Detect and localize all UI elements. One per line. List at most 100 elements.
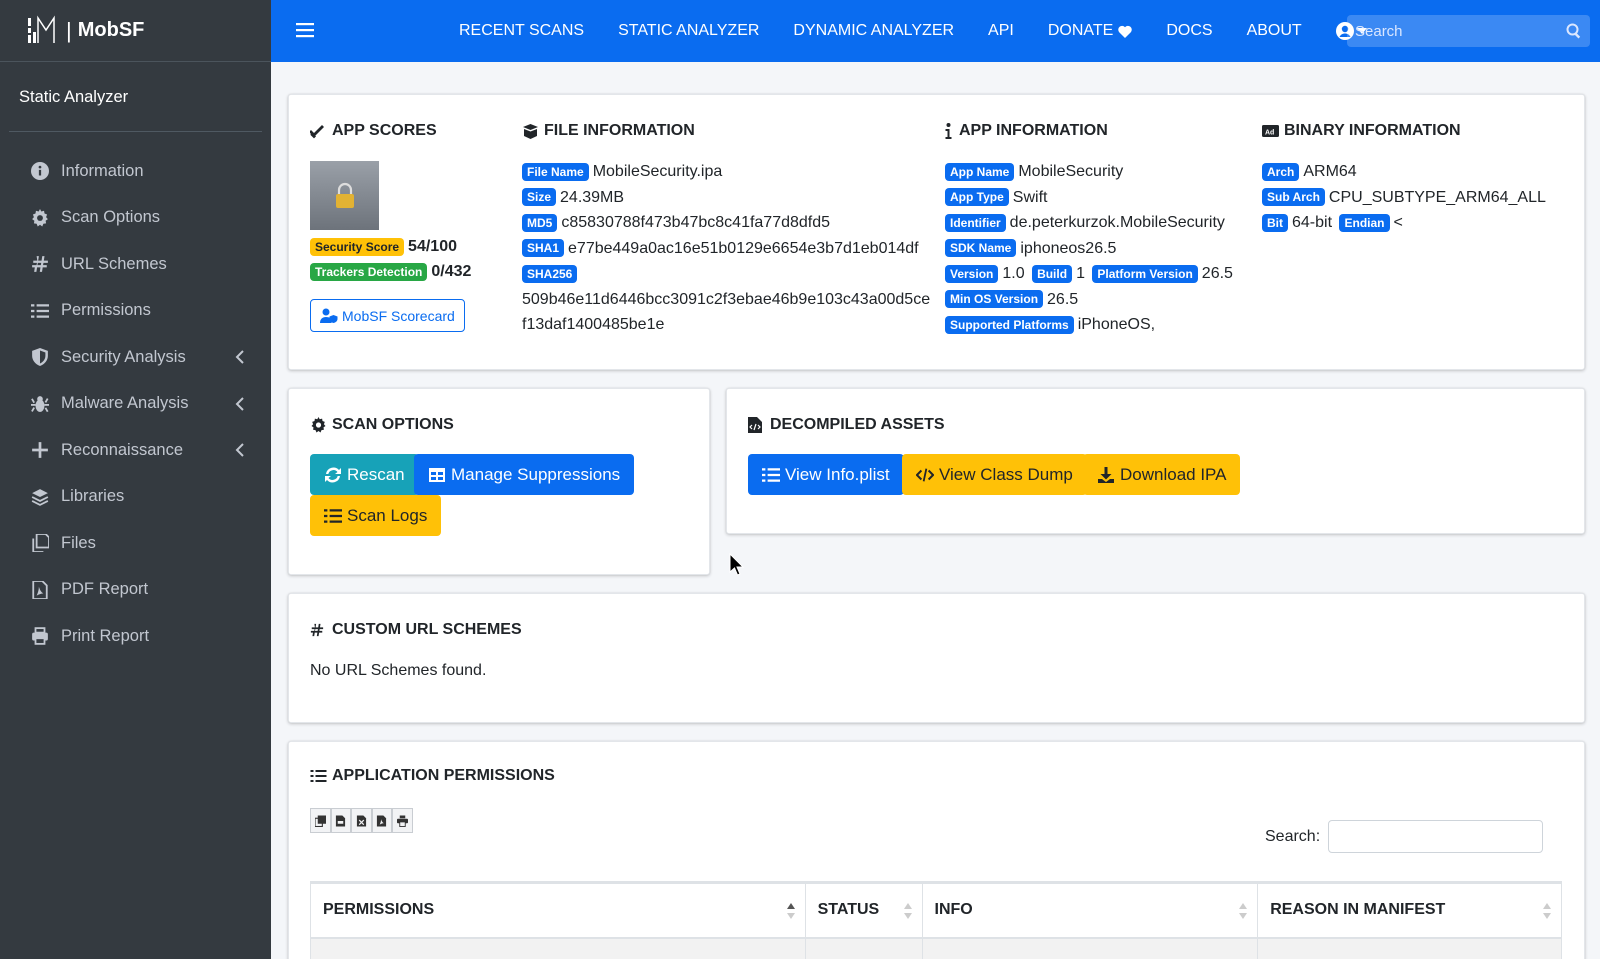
col-status[interactable]: STATUS <box>804 881 923 939</box>
export-buttons <box>310 808 413 833</box>
sidebar-item-url-schemes[interactable]: URL Schemes <box>0 241 271 288</box>
binary-info-title: Ad BINARY INFORMATION <box>1262 122 1461 140</box>
check-double-icon <box>310 123 328 139</box>
file-info-list: File Name MobileSecurity.ipa Size 24.39MB … <box>522 159 930 338</box>
nav-about[interactable]: ABOUT <box>1247 22 1302 40</box>
decompiled-assets-card: DECOMPILED ASSETS View Info.plist View C… <box>726 388 1585 534</box>
box-open-icon <box>522 123 540 139</box>
sort-icon <box>903 902 912 920</box>
min-os-row: Min OS Version 26.5 <box>945 287 1233 313</box>
table-cell <box>804 937 923 959</box>
app-info-title-text: APP INFORMATION <box>959 122 1108 139</box>
sidebar-item-reconnaissance[interactable]: Reconnaissance <box>0 427 271 474</box>
md5-badge: MD5 <box>522 213 558 232</box>
sort-asc-icon <box>786 902 795 920</box>
sub-arch-row: Sub Arch CPU_SUBTYPE_ARM64_ALL <box>1262 185 1546 211</box>
sidebar-item-label: Scan Options <box>61 208 161 227</box>
col-permissions[interactable]: PERMISSIONS <box>310 881 806 939</box>
download-ipa-label: Download IPA <box>1120 464 1227 484</box>
download-icon <box>1097 466 1115 484</box>
nav-recent-scans[interactable]: RECENT SCANS <box>459 22 584 40</box>
print-export-icon[interactable] <box>392 808 413 833</box>
view-info-plist-button[interactable]: View Info.plist <box>748 454 904 495</box>
url-schemes-empty: No URL Schemes found. <box>310 662 487 679</box>
manage-suppressions-button[interactable]: Manage Suppressions <box>414 454 635 495</box>
file-pdf-icon <box>30 580 50 600</box>
top-search-input[interactable] <box>1347 22 1557 40</box>
scan-logs-button[interactable]: Scan Logs <box>310 495 442 536</box>
nav-static-analyzer[interactable]: STATIC ANALYZER <box>618 22 759 40</box>
permissions-search-input[interactable] <box>1328 820 1544 853</box>
md5-value: c85830788f473b47bc8c41fa77d8dfd5 <box>561 214 831 231</box>
trackers-badge: Trackers Detection <box>310 262 428 281</box>
nav-api[interactable]: API <box>988 22 1014 40</box>
app-name-badge: App Name <box>945 162 1015 181</box>
table-cell <box>1257 937 1562 959</box>
col-info[interactable]: INFO <box>921 881 1259 939</box>
search-icon[interactable] <box>1566 23 1582 39</box>
sidebar-item-label: Reconnaissance <box>61 440 183 459</box>
file-info-title: FILE INFORMATION <box>522 122 695 140</box>
permissions-title: APPLICATION PERMISSIONS <box>310 767 555 785</box>
sidebar-item-security-analysis[interactable]: Security Analysis <box>0 334 271 381</box>
rescan-button[interactable]: Rescan <box>310 454 419 495</box>
heart-icon <box>1118 25 1133 38</box>
nav-docs[interactable]: DOCS <box>1166 22 1212 40</box>
copy-icon <box>30 533 50 553</box>
sidebar-item-label: PDF Report <box>61 580 149 599</box>
nav-dynamic-analyzer[interactable]: DYNAMIC ANALYZER <box>793 22 954 40</box>
table-cell <box>921 937 1259 959</box>
gear-icon <box>30 208 50 228</box>
trackers-value: 0/432 <box>431 263 472 280</box>
bit-value: 64-bit <box>1292 214 1333 231</box>
size-row: Size 24.39MB <box>522 185 930 211</box>
nav-donate[interactable]: DONATE <box>1048 22 1133 40</box>
copy-export-icon[interactable] <box>310 808 331 833</box>
svg-text:Ad: Ad <box>1265 130 1274 137</box>
sidebar-item-scan-options[interactable]: Scan Options <box>0 195 271 242</box>
app-info-list: App Name MobileSecurity App Type Swift Ide… <box>945 159 1233 338</box>
sidebar-item-malware-analysis[interactable]: Malware Analysis <box>0 381 271 428</box>
sidebar-item-libraries[interactable]: Libraries <box>0 474 271 521</box>
list-icon <box>30 301 50 321</box>
list-icon <box>762 466 780 484</box>
sidebar-item-permissions[interactable]: Permissions <box>0 288 271 335</box>
app-scores-title-text: APP SCORES <box>332 122 437 139</box>
file-info-title-text: FILE INFORMATION <box>544 122 695 139</box>
sidebar-item-pdf-report[interactable]: PDF Report <box>0 567 271 614</box>
min-os-value: 26.5 <box>1047 290 1079 308</box>
csv-export-icon[interactable] <box>330 808 351 833</box>
pdf-export-icon[interactable] <box>371 808 392 833</box>
file-code-icon <box>748 417 766 433</box>
sort-icon <box>1239 902 1248 920</box>
view-class-dump-button[interactable]: View Class Dump <box>902 454 1087 495</box>
sidebar-item-information[interactable]: Information <box>0 148 271 195</box>
md5-row: MD5 c85830788f473b47bc8c41fa77d8dfd5 <box>522 210 930 236</box>
mobsf-logo-icon <box>24 14 64 48</box>
sidebar-item-print-report[interactable]: Print Report <box>0 613 271 660</box>
scan-options-title: SCAN OPTIONS <box>310 416 454 434</box>
layers-icon <box>30 487 50 507</box>
bit-badge: Bit <box>1262 213 1288 232</box>
brand[interactable]: | MobSF <box>0 0 271 62</box>
sdk-value: iphoneos26.5 <box>1020 239 1117 257</box>
summary-card: APP SCORES Security Score 54/100 Trackers… <box>288 94 1585 370</box>
sidebar-item-files[interactable]: Files <box>0 520 271 567</box>
print-icon <box>30 626 50 646</box>
url-schemes-card: CUSTOM URL SCHEMES No URL Schemes found. <box>288 593 1585 723</box>
sidebar: | MobSF Static Analyzer Information Scan… <box>0 0 271 959</box>
app-info-title: APP INFORMATION <box>945 122 1108 140</box>
mobsf-scorecard-button[interactable]: MobSF Scorecard <box>310 299 465 332</box>
download-ipa-button[interactable]: Download IPA <box>1083 454 1241 495</box>
permissions-title-text: APPLICATION PERMISSIONS <box>332 767 555 784</box>
size-value: 24.39MB <box>560 188 625 206</box>
permissions-card: APPLICATION PERMISSIONS Search: PERMISSI… <box>288 741 1585 959</box>
sub-arch-value: CPU_SUBTYPE_ARM64_ALL <box>1328 188 1546 206</box>
col-reason[interactable]: REASON IN MANIFEST <box>1257 881 1562 939</box>
view-info-plist-label: View Info.plist <box>785 464 890 484</box>
view-class-dump-label: View Class Dump <box>939 464 1073 484</box>
excel-export-icon[interactable] <box>351 808 372 833</box>
permissions-table-header: PERMISSIONS STATUS INFO REASON IN MANIFE… <box>310 881 1562 939</box>
hamburger-menu-icon[interactable] <box>296 21 314 39</box>
scan-logs-label: Scan Logs <box>347 505 428 525</box>
